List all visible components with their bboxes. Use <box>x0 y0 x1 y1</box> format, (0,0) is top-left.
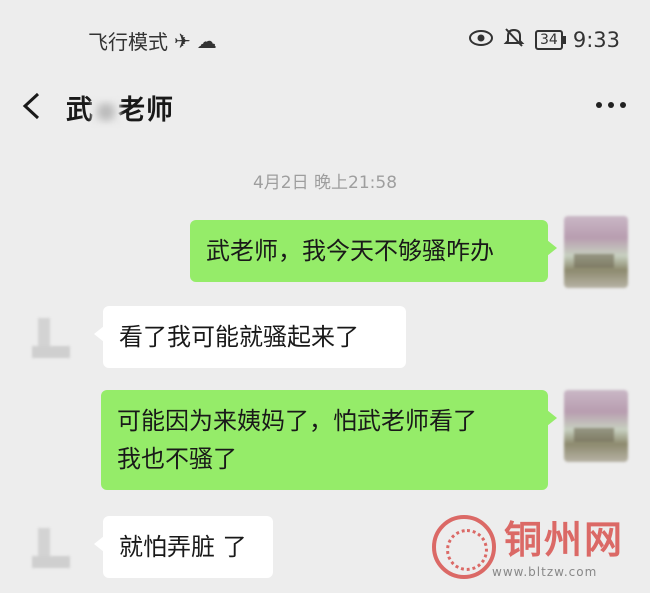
received-message-bubble[interactable]: 看了我可能就骚起来了 <box>94 306 406 368</box>
status-bar: 飞行模式 ✈ ☁ 34 9:33 <box>0 0 650 80</box>
my-avatar[interactable] <box>564 390 628 462</box>
sent-message-bubble[interactable]: 武老师，我今天不够骚咋办 <box>190 220 557 282</box>
airplane-mode-label: 飞行模式 <box>88 30 168 54</box>
more-icon[interactable] <box>596 102 626 108</box>
eye-icon <box>469 28 493 52</box>
message-text: 武老师，我今天不够骚咋办 <box>206 237 494 265</box>
message-text-line: 可能因为来姨妈了，怕武老师看了 <box>117 407 477 435</box>
message-text-line: 我也不骚了 <box>117 445 237 473</box>
battery-icon: 34 <box>535 29 566 50</box>
watermark-url: www.bltzw.com <box>492 565 598 579</box>
chat-title: 武老师 <box>66 88 174 127</box>
chat-header: 武老师 <box>0 80 650 132</box>
status-left: 飞行模式 ✈ ☁ <box>88 26 217 55</box>
chat-title-suffix: 老师 <box>118 95 174 126</box>
message-text: 就怕弄脏 了 <box>119 533 247 561</box>
cloud-icon: ☁ <box>196 28 217 53</box>
status-right: 34 9:33 <box>469 26 620 53</box>
watermark-name: 铜州网 <box>504 517 625 562</box>
watermark-logo-icon <box>432 515 496 579</box>
back-icon[interactable] <box>20 92 42 120</box>
redaction-blur <box>92 99 120 124</box>
sent-message-bubble[interactable]: 可能因为来姨妈了，怕武老师看了 我也不骚了 <box>101 390 557 490</box>
contact-avatar[interactable] <box>28 318 72 358</box>
airplane-icon: ✈ <box>174 28 191 53</box>
clock: 9:33 <box>572 27 620 52</box>
contact-avatar[interactable] <box>28 528 72 568</box>
message-timestamp: 4月2日 晚上21:58 <box>252 173 398 193</box>
watermark: 铜州网 www.bltzw.com <box>432 509 632 587</box>
chat-title-prefix: 武 <box>66 95 94 126</box>
bell-off-icon <box>503 26 525 53</box>
received-message-bubble[interactable]: 就怕弄脏 了 <box>94 516 273 578</box>
my-avatar[interactable] <box>564 216 628 288</box>
message-text: 看了我可能就骚起来了 <box>119 323 359 351</box>
